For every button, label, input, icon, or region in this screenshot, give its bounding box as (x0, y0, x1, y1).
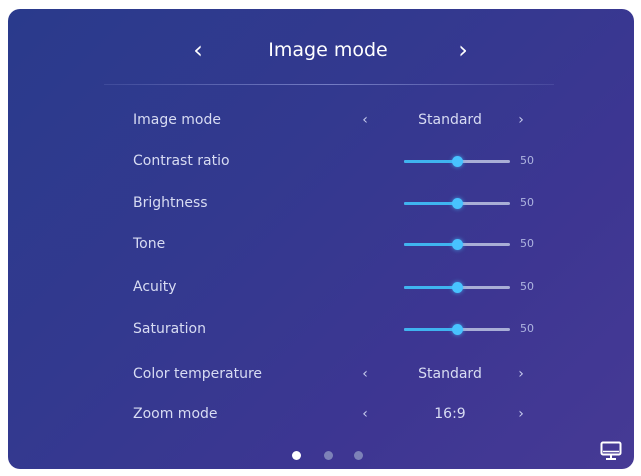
acuity-slider[interactable] (404, 282, 510, 293)
next-page-arrow[interactable]: › (448, 33, 478, 67)
zoom-mode-value: 16:9 (434, 406, 466, 422)
saturation-label: Saturation (133, 321, 206, 337)
header-divider (104, 84, 554, 85)
contrast-ratio-row: Contrast ratio 50 (120, 146, 540, 176)
zoom-mode-label: Zoom mode (133, 406, 218, 422)
header: ‹ Image mode › (8, 9, 634, 85)
acuity-label: Acuity (133, 279, 177, 295)
color-temperature-value: Standard (418, 366, 482, 382)
pagination-dots (290, 449, 370, 461)
image-mode-row[interactable]: Image mode ‹ Standard › (120, 105, 540, 135)
acuity-row: Acuity 50 (120, 272, 540, 302)
page-dot-3[interactable] (354, 451, 363, 460)
slider-knob[interactable] (452, 324, 463, 335)
slider-knob[interactable] (452, 239, 463, 250)
slider-fill (404, 202, 457, 205)
tone-value: 50 (520, 237, 534, 250)
image-mode-next-arrow[interactable]: › (512, 105, 530, 135)
tone-row: Tone 50 (120, 229, 540, 259)
slider-fill (404, 328, 457, 331)
prev-page-arrow[interactable]: ‹ (183, 33, 213, 67)
image-mode-value: Standard (418, 112, 482, 128)
tone-slider[interactable] (404, 239, 510, 250)
page-dot-1[interactable] (292, 451, 301, 460)
acuity-value: 50 (520, 280, 534, 293)
brightness-label: Brightness (133, 195, 208, 211)
color-temperature-row[interactable]: Color temperature ‹ Standard › (120, 359, 540, 389)
contrast-ratio-slider[interactable] (404, 156, 510, 167)
page-title: Image mode (268, 39, 388, 61)
brightness-row: Brightness 50 (120, 188, 540, 218)
saturation-value: 50 (520, 322, 534, 335)
zoom-mode-row[interactable]: Zoom mode ‹ 16:9 › (120, 399, 540, 429)
brightness-value: 50 (520, 196, 534, 209)
image-mode-prev-arrow[interactable]: ‹ (356, 105, 374, 135)
slider-fill (404, 160, 457, 163)
saturation-slider[interactable] (404, 324, 510, 335)
contrast-ratio-label: Contrast ratio (133, 153, 230, 169)
brightness-slider[interactable] (404, 198, 510, 209)
contrast-ratio-value: 50 (520, 154, 534, 167)
page-dot-2[interactable] (324, 451, 333, 460)
image-mode-label: Image mode (133, 112, 221, 128)
slider-fill (404, 243, 457, 246)
zoom-mode-prev-arrow[interactable]: ‹ (356, 399, 374, 429)
slider-fill (404, 286, 457, 289)
slider-knob[interactable] (452, 198, 463, 209)
settings-panel: ‹ Image mode › Image mode ‹ Standard › C… (8, 9, 634, 469)
saturation-row: Saturation 50 (120, 314, 540, 344)
tone-label: Tone (133, 236, 166, 252)
monitor-icon[interactable] (600, 441, 622, 461)
slider-knob[interactable] (452, 156, 463, 167)
color-temperature-label: Color temperature (133, 366, 263, 382)
zoom-mode-next-arrow[interactable]: › (512, 399, 530, 429)
color-temperature-prev-arrow[interactable]: ‹ (356, 359, 374, 389)
color-temperature-next-arrow[interactable]: › (512, 359, 530, 389)
slider-knob[interactable] (452, 282, 463, 293)
